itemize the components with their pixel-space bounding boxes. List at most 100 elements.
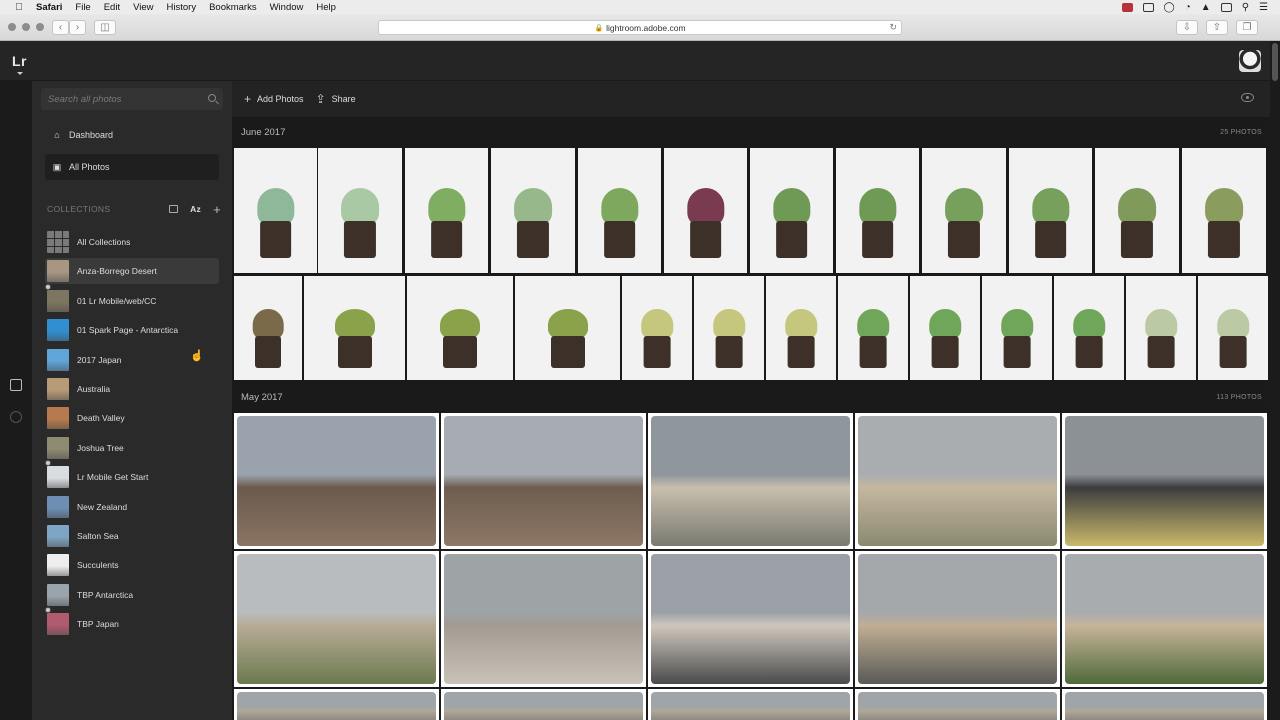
add-collection-icon[interactable]: +: [213, 202, 221, 217]
photo-thumbnail[interactable]: [441, 689, 646, 720]
battery-icon[interactable]: [1220, 2, 1232, 12]
menu-edit[interactable]: Edit: [104, 2, 120, 13]
creative-cloud-icon[interactable]: ◯: [1164, 2, 1175, 13]
photo-thumbnail[interactable]: [234, 276, 302, 380]
photo-thumbnail[interactable]: [750, 148, 833, 273]
photo-thumbnail[interactable]: [648, 551, 853, 687]
nav-all-photos[interactable]: ▣ All Photos: [45, 154, 219, 180]
nav-dashboard[interactable]: ⌂ Dashboard: [45, 122, 219, 148]
photo-thumbnail[interactable]: [1062, 689, 1267, 720]
photo-thumbnail[interactable]: [441, 413, 646, 549]
photo-thumbnail[interactable]: [1126, 276, 1196, 380]
menu-view[interactable]: View: [133, 2, 153, 13]
close-window-button[interactable]: [8, 23, 16, 31]
tabs-overview-icon[interactable]: ❐: [1236, 20, 1258, 35]
page-scrollbar[interactable]: [1270, 41, 1280, 720]
menu-bookmarks[interactable]: Bookmarks: [209, 2, 257, 13]
photo-thumbnail[interactable]: [855, 413, 1060, 549]
photo-thumbnail[interactable]: [234, 413, 439, 549]
library-icon[interactable]: [10, 379, 22, 391]
photo-thumbnail[interactable]: [407, 276, 513, 380]
photo-thumbnail[interactable]: [622, 276, 692, 380]
collection-item[interactable]: All Collections: [45, 229, 219, 255]
search-input[interactable]: [41, 88, 191, 110]
photo-thumbnail[interactable]: [922, 148, 1006, 273]
collection-item[interactable]: New Zealand: [45, 494, 219, 520]
minimize-window-button[interactable]: [22, 23, 30, 31]
collection-item[interactable]: Joshua Tree: [45, 435, 219, 461]
photo-thumbnail[interactable]: [515, 276, 620, 380]
photo-thumbnail[interactable]: [1062, 551, 1267, 687]
menu-window[interactable]: Window: [270, 2, 304, 13]
reload-icon[interactable]: ↻: [889, 22, 897, 33]
share-button[interactable]: ⇪ Share: [316, 92, 356, 106]
photo-thumbnail[interactable]: [1009, 148, 1092, 273]
photo-thumbnail[interactable]: [1182, 148, 1266, 273]
photo-thumbnail[interactable]: [491, 148, 575, 273]
photo-thumbnail[interactable]: [648, 413, 853, 549]
notification-center-icon[interactable]: ☰: [1259, 2, 1268, 13]
sidebar-toggle-icon[interactable]: ◫: [94, 20, 116, 35]
share-sheet-icon[interactable]: ⇧: [1206, 20, 1228, 35]
photo-thumbnail[interactable]: [578, 148, 661, 273]
collection-item[interactable]: TBP Japan: [45, 607, 219, 637]
photo-thumbnail[interactable]: [982, 276, 1052, 380]
photo-thumbnail[interactable]: [910, 276, 980, 380]
photo-thumbnail[interactable]: [664, 148, 747, 273]
app-menu-caret-icon[interactable]: [17, 72, 23, 75]
downloads-icon[interactable]: ⇩: [1176, 20, 1198, 35]
address-bar[interactable]: 🔒 lightroom.adobe.com ↻: [378, 20, 902, 35]
collection-item[interactable]: 01 Spark Page - Antarctica: [45, 317, 219, 343]
zoom-window-button[interactable]: [36, 23, 44, 31]
menu-history[interactable]: History: [167, 2, 197, 13]
scrollbar-thumb[interactable]: [1272, 43, 1278, 81]
collection-item[interactable]: TBP Antarctica: [45, 582, 219, 608]
photo-thumbnail[interactable]: [766, 276, 836, 380]
collection-item[interactable]: Lr Mobile Get Start: [45, 460, 219, 490]
photo-thumbnail[interactable]: [855, 689, 1060, 720]
photo-thumbnail[interactable]: [441, 551, 646, 687]
photo-thumbnail[interactable]: [234, 148, 317, 273]
photo-thumbnail[interactable]: [836, 148, 919, 273]
collection-item[interactable]: Anza-Borrego Desert: [45, 258, 219, 285]
community-icon[interactable]: [10, 411, 22, 423]
photo-thumbnail[interactable]: [1198, 276, 1268, 380]
list-view-icon[interactable]: [169, 205, 179, 213]
display-icon[interactable]: [1142, 2, 1154, 12]
forward-button[interactable]: ›: [69, 20, 86, 35]
wifi-icon[interactable]: ▲: [1201, 2, 1211, 13]
collection-thumbnail: [47, 554, 69, 577]
collection-item[interactable]: 01 Lr Mobile/web/CC: [45, 283, 219, 314]
eye-icon[interactable]: [1241, 93, 1254, 102]
photo-thumbnail[interactable]: [405, 148, 488, 273]
photo-thumbnail[interactable]: [234, 689, 439, 720]
photo-thumbnail[interactable]: [694, 276, 764, 380]
timemachine-icon[interactable]: ◔: [1185, 2, 1191, 13]
photo-thumbnail[interactable]: [304, 276, 405, 380]
photo-thumbnail[interactable]: [855, 551, 1060, 687]
photo-thumbnail[interactable]: [234, 551, 439, 687]
avatar[interactable]: [1239, 50, 1261, 72]
collection-item[interactable]: Succulents: [45, 552, 219, 578]
menu-file[interactable]: File: [75, 2, 90, 13]
back-button[interactable]: ‹: [52, 20, 69, 35]
photo-thumbnail[interactable]: [838, 276, 908, 380]
photo-thumbnail[interactable]: [318, 148, 402, 273]
sort-az-button[interactable]: Az: [190, 204, 201, 214]
photo-thumbnail[interactable]: [648, 689, 853, 720]
photo-thumbnail[interactable]: [1062, 413, 1267, 549]
add-photos-button[interactable]: + Add Photos: [244, 92, 304, 106]
section-count: 25 PHOTOS: [1220, 128, 1262, 136]
collection-item[interactable]: Australia: [45, 376, 219, 402]
photo-thumbnail[interactable]: [1054, 276, 1124, 380]
collection-item[interactable]: Salton Sea: [45, 523, 219, 549]
menu-app-safari[interactable]: Safari: [36, 2, 62, 13]
apple-icon[interactable]: : [12, 2, 26, 13]
shield-icon[interactable]: [1121, 2, 1133, 12]
spotlight-icon[interactable]: ⚲: [1242, 2, 1249, 13]
search-icon[interactable]: [208, 94, 216, 102]
photo-thumbnail[interactable]: [1095, 148, 1179, 273]
menu-help[interactable]: Help: [316, 2, 336, 13]
collection-item[interactable]: Death Valley: [45, 405, 219, 431]
lightroom-logo[interactable]: Lr: [12, 53, 27, 69]
